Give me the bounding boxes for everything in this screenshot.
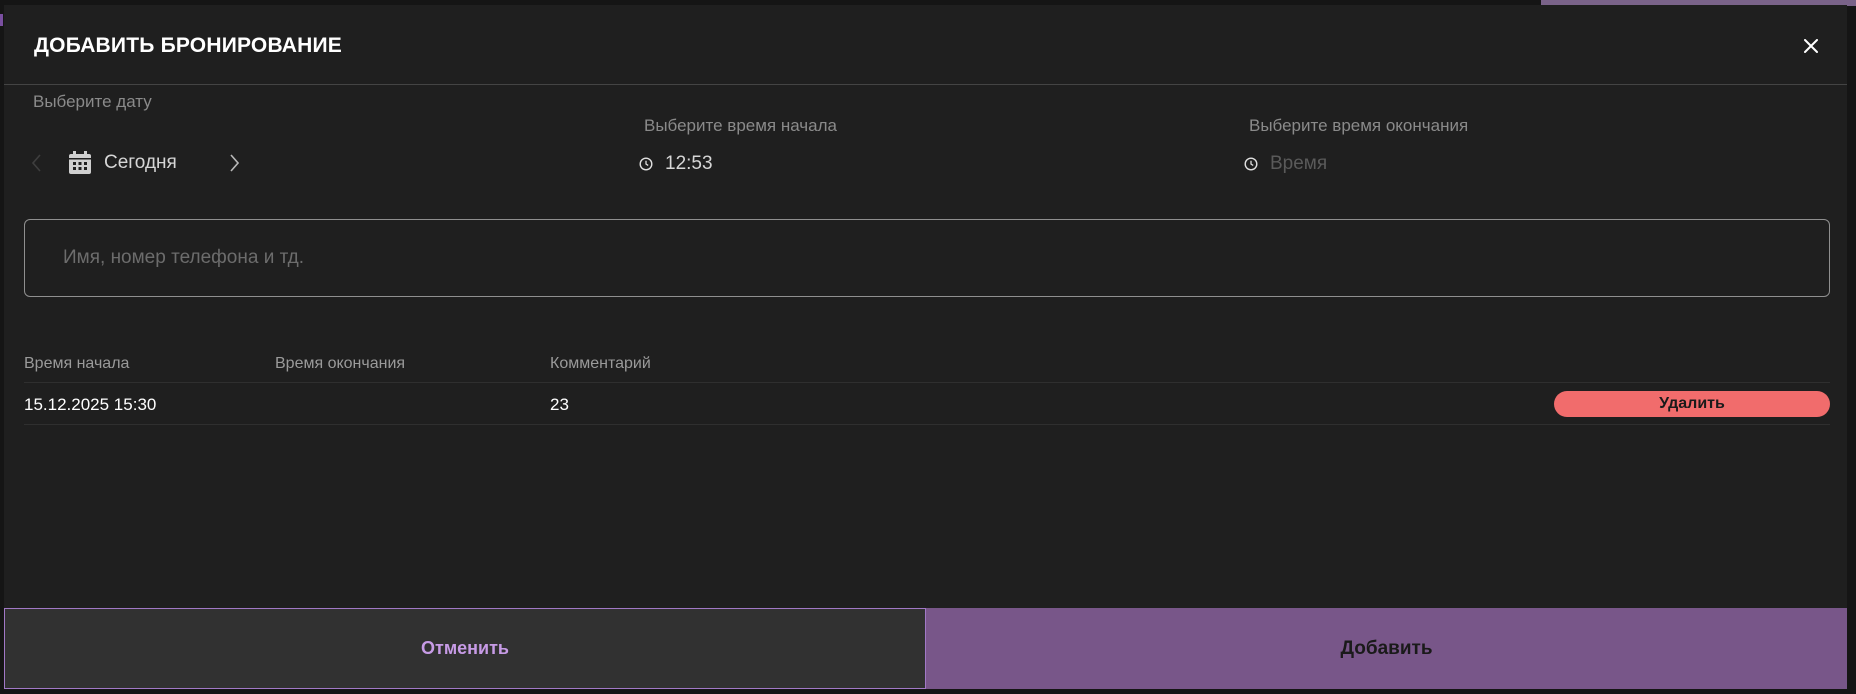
close-icon	[1804, 39, 1818, 53]
booking-modal: ДОБАВИТЬ БРОНИРОВАНИЕ Выберите дату Сего…	[4, 5, 1847, 689]
cancel-button[interactable]: Отменить	[4, 608, 926, 689]
chevron-left-icon	[32, 154, 41, 172]
end-time-placeholder: Время	[1270, 153, 1328, 174]
cell-start-time: 15.12.2025 15:30	[24, 395, 157, 414]
delete-button[interactable]: Удалить	[1554, 391, 1830, 417]
date-picker: Сегодня	[26, 148, 245, 178]
table-row: 15.12.2025 15:30 23 Удалить	[24, 383, 1830, 425]
header-start-time: Время начала	[24, 355, 130, 372]
header-comment: Комментарий	[550, 355, 651, 372]
date-next-button[interactable]	[223, 152, 245, 174]
chevron-right-icon	[230, 154, 239, 172]
background-edge	[0, 14, 3, 26]
table-header: Время начала Время окончания Комментарий	[24, 345, 1830, 383]
bookings-table: Время начала Время окончания Комментарий…	[24, 345, 1830, 425]
clock-icon	[639, 157, 653, 171]
start-time-picker[interactable]: 12:53	[639, 151, 713, 177]
clock-icon	[1244, 157, 1258, 171]
search-input[interactable]	[24, 219, 1830, 297]
calendar-icon	[69, 151, 91, 174]
modal-header: ДОБАВИТЬ БРОНИРОВАНИЕ	[4, 5, 1847, 85]
date-prev-button[interactable]	[26, 152, 48, 174]
cell-comment: 23	[550, 395, 569, 414]
add-button[interactable]: Добавить	[926, 608, 1847, 689]
header-end-time: Время окончания	[275, 355, 406, 372]
close-button[interactable]	[1797, 32, 1825, 60]
modal-footer: Отменить Добавить	[4, 608, 1847, 689]
end-time-label: Выберите время окончания	[1249, 116, 1469, 135]
end-time-picker[interactable]: Время	[1244, 151, 1327, 177]
start-time-value: 12:53	[665, 153, 713, 174]
start-time-label: Выберите время начала	[644, 116, 837, 135]
date-label: Выберите дату	[33, 92, 152, 111]
modal-title: ДОБАВИТЬ БРОНИРОВАНИЕ	[34, 34, 343, 57]
date-value[interactable]: Сегодня	[104, 152, 177, 174]
